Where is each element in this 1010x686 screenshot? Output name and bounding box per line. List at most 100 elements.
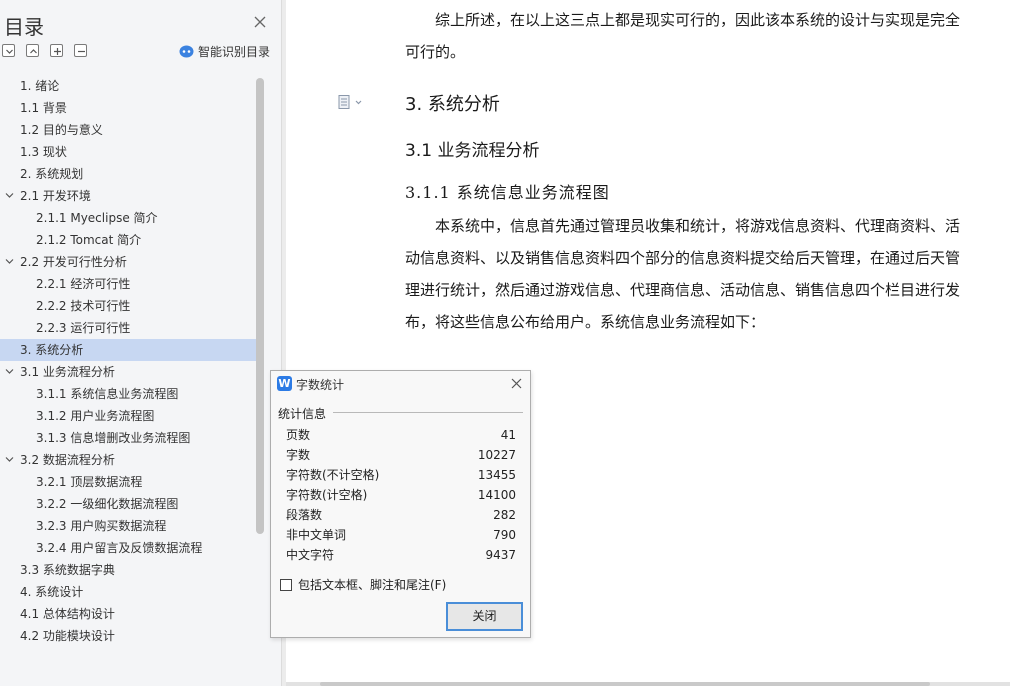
toc-item-label: 1.3 现状: [20, 145, 67, 159]
toc-item-label: 4.1 总体结构设计: [20, 607, 115, 621]
toc-item[interactable]: 3. 系统分析: [0, 339, 256, 361]
heading-system-analysis: 3. 系统分析: [405, 94, 500, 115]
toc-item-label: 3.2.4 用户留言及反馈数据流程: [36, 541, 203, 555]
toc-scrollbar[interactable]: [256, 78, 264, 534]
toc-toolbar: [2, 44, 87, 57]
toc-item-label: 4.2 功能模块设计: [20, 629, 115, 643]
paragraph-conclusion: 综上所述，在以上这三点上都是现实可行的，因此该本系统的设计与实现是完全可行的。: [405, 11, 961, 61]
chevron-down-icon[interactable]: [5, 368, 14, 375]
toc-item[interactable]: 1.2 目的与意义: [0, 119, 256, 141]
stat-value: 41: [500, 428, 516, 442]
heading-business-flow: 3.1 业务流程分析: [405, 141, 540, 161]
stat-value: 14100: [477, 488, 516, 502]
toc-item[interactable]: 2.2.2 技术可行性: [0, 295, 256, 317]
toc-item-label: 3.1 业务流程分析: [20, 365, 115, 379]
toc-title: 目录: [4, 15, 44, 39]
toc-item[interactable]: 3.1 业务流程分析: [0, 361, 256, 383]
toc-item-label: 4. 系统设计: [20, 585, 84, 599]
toc-item-label: 2.1 开发环境: [20, 189, 91, 203]
dialog-titlebar[interactable]: W 字数统计: [271, 371, 530, 397]
toc-item[interactable]: 3.1.1 系统信息业务流程图: [0, 383, 256, 405]
toc-item-label: 2.1.1 Myeclipse 简介: [36, 211, 158, 225]
toc-item-label: 3.3 系统数据字典: [20, 563, 115, 577]
collapse-minus-icon[interactable]: [74, 44, 87, 57]
stat-value: 790: [493, 528, 516, 542]
stat-value: 282: [493, 508, 516, 522]
stat-row: 字符数(计空格) 14100: [286, 485, 516, 505]
dialog-title: 字数统计: [296, 378, 345, 392]
toc-list: 1. 绪论 1.1 背景 1.2 目的与意义 1.3 现状 2. 系统规划 2.1 开发环…: [0, 75, 256, 647]
toc-item-label: 2.2.2 技术可行性: [36, 299, 131, 313]
toc-item[interactable]: 3.2 数据流程分析: [0, 449, 256, 471]
toc-item-label: 3.1.3 信息增删改业务流程图: [36, 431, 191, 445]
toc-item-label: 1.1 背景: [20, 101, 67, 115]
stat-value: 10227: [477, 448, 516, 462]
toc-item[interactable]: 2.1 开发环境: [0, 185, 256, 207]
word-count-dialog: W 字数统计 统计信息 页数 41 字数 10227 字符数(不计空格) 13455 字符数…: [270, 370, 531, 638]
toc-item[interactable]: 3.1.3 信息增删改业务流程图: [0, 427, 256, 449]
toc-item[interactable]: 1.1 背景: [0, 97, 256, 119]
toc-item[interactable]: 1. 绪论: [0, 75, 256, 97]
toc-item[interactable]: 3.2.2 一级细化数据流程图: [0, 493, 256, 515]
toc-item[interactable]: 2.1.1 Myeclipse 简介: [0, 207, 256, 229]
stat-label: 字符数(计空格): [286, 488, 368, 502]
stat-value: 13455: [477, 468, 516, 482]
toc-item-label: 2.2 开发可行性分析: [20, 255, 127, 269]
close-icon[interactable]: [253, 15, 267, 29]
toc-item[interactable]: 3.2.3 用户购买数据流程: [0, 515, 256, 537]
close-button[interactable]: 关闭: [446, 602, 523, 631]
stat-row: 页数 41: [286, 425, 516, 445]
toc-item[interactable]: 3.2.4 用户留言及反馈数据流程: [0, 537, 256, 559]
toc-item[interactable]: 3.3 系统数据字典: [0, 559, 256, 581]
include-textbox-checkbox-row[interactable]: 包括文本框、脚注和尾注(F): [280, 576, 446, 593]
stat-label: 页数: [286, 428, 311, 442]
toc-item[interactable]: 4. 系统设计: [0, 581, 256, 603]
collapse-down-icon[interactable]: [2, 44, 15, 57]
toc-item-label: 1.2 目的与意义: [20, 123, 103, 137]
stats-group-label: 统计信息: [278, 407, 327, 421]
paragraph-options-icon[interactable]: [338, 95, 362, 109]
toc-item-label: 1. 绪论: [20, 79, 60, 93]
expand-plus-icon[interactable]: [50, 44, 63, 57]
stat-label: 段落数: [286, 508, 323, 522]
stat-label: 非中文单词: [286, 528, 347, 542]
toc-item-label: 2. 系统规划: [20, 167, 84, 181]
horizontal-scrollbar-thumb[interactable]: [320, 682, 930, 686]
paragraph-body: 本系统中，信息首先通过管理员收集和统计，将游戏信息资料、代理商资料、活动信息资料…: [405, 217, 961, 331]
smart-recognize-label: 智能识别目录: [198, 45, 271, 59]
stat-label: 字数: [286, 448, 311, 462]
toc-item[interactable]: 1.3 现状: [0, 141, 256, 163]
stat-row: 段落数 282: [286, 505, 516, 525]
stats-table: 页数 41 字数 10227 字符数(不计空格) 13455 字符数(计空格) 14100 段落…: [286, 425, 516, 565]
toc-item-label: 2.1.2 Tomcat 简介: [36, 233, 142, 247]
toc-item-label: 3.2.2 一级细化数据流程图: [36, 497, 179, 511]
collapse-up-icon[interactable]: [26, 44, 39, 57]
horizontal-scrollbar[interactable]: [286, 682, 1010, 686]
toc-item[interactable]: 2.2.1 经济可行性: [0, 273, 256, 295]
toc-item[interactable]: 3.1.2 用户业务流程图: [0, 405, 256, 427]
chevron-down-icon[interactable]: [5, 258, 14, 265]
stat-row: 字符数(不计空格) 13455: [286, 465, 516, 485]
toc-item-label: 2.2.1 经济可行性: [36, 277, 131, 291]
close-icon[interactable]: [511, 378, 522, 389]
toc-item[interactable]: 2.1.2 Tomcat 简介: [0, 229, 256, 251]
toc-item[interactable]: 4.2 功能模块设计: [0, 625, 256, 647]
toc-item[interactable]: 2.2.3 运行可行性: [0, 317, 256, 339]
chevron-down-icon[interactable]: [5, 456, 14, 463]
stat-label: 中文字符: [286, 548, 335, 562]
smart-recognize-toc-button[interactable]: 智能识别目录: [179, 43, 270, 60]
heading-info-flow-chart: 3.1.1 系统信息业务流程图: [405, 183, 610, 202]
toc-item[interactable]: 3.2.1 顶层数据流程: [0, 471, 256, 493]
chevron-down-icon[interactable]: [5, 192, 14, 199]
toc-item-label: 3.1.2 用户业务流程图: [36, 409, 155, 423]
group-divider: [333, 412, 523, 413]
wps-logo-icon: W: [277, 376, 292, 391]
toc-item-label: 2.2.3 运行可行性: [36, 321, 131, 335]
toc-item[interactable]: 2. 系统规划: [0, 163, 256, 185]
toc-item-label: 3.1.1 系统信息业务流程图: [36, 387, 179, 401]
include-textbox-checkbox[interactable]: [280, 578, 292, 591]
toc-item[interactable]: 2.2 开发可行性分析: [0, 251, 256, 273]
toc-item[interactable]: 4.1 总体结构设计: [0, 603, 256, 625]
toc-item-label: 3.2.3 用户购买数据流程: [36, 519, 167, 533]
toc-item-label: 3.2 数据流程分析: [20, 453, 115, 467]
